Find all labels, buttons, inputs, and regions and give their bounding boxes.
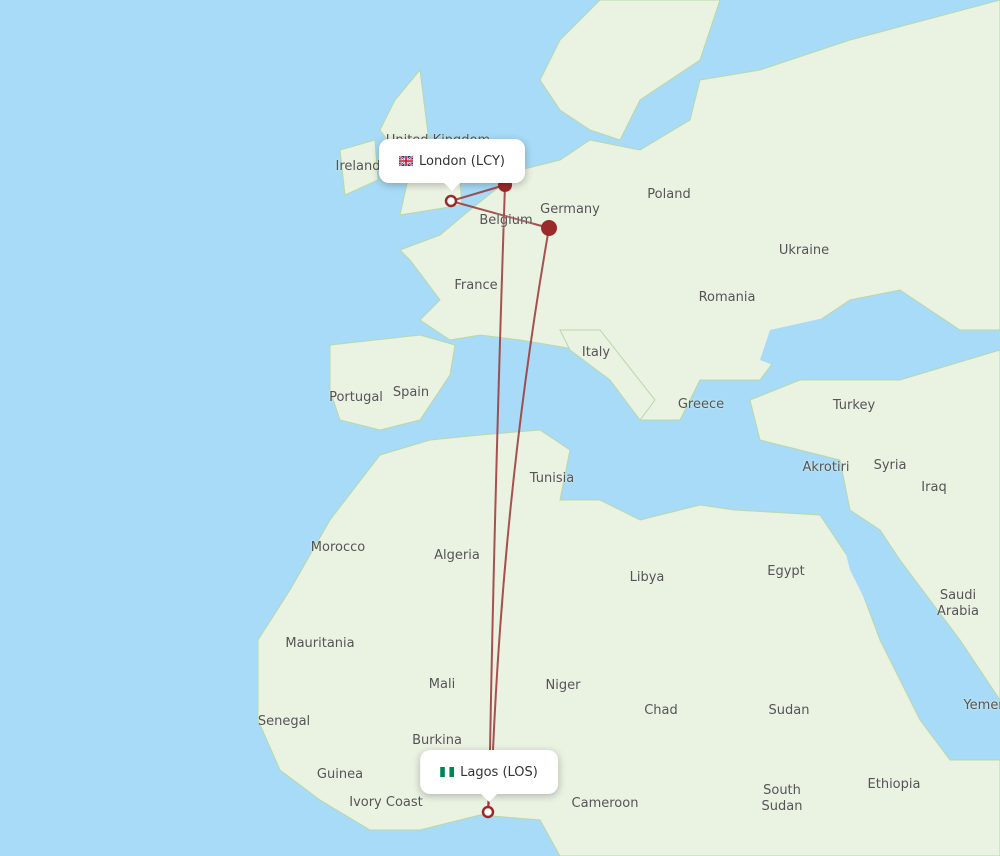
map-label: Ethiopia [867,777,921,792]
map-labels: IrelandUnited KingdomBelgiumGermanyPolan… [0,0,1000,856]
map-label: Spain [392,385,430,400]
map-label: Sudan [768,703,810,718]
map-label: Ireland [335,159,381,174]
map-label: Italy [581,345,611,360]
uk-flag-icon [399,156,414,166]
origin-label: London (LCY) [419,153,505,169]
map-label: Syria [873,458,907,473]
map-label: Tunisia [529,471,575,486]
map-label: Saudi Arabia [936,588,980,619]
map-label: Portugal [329,390,383,405]
map-label: Akrotiri [802,460,850,475]
map-label: Guinea [316,767,364,782]
map-label: South Sudan [761,783,803,814]
map-label: Ivory Coast [349,795,423,810]
map-label: Cameroon [571,796,639,811]
map-label: Greece [677,397,725,412]
map-label: Morocco [310,540,366,555]
map-label: Romania [698,290,756,305]
map-label: Ukraine [778,243,830,258]
origin-popup[interactable]: London (LCY) [379,139,525,191]
map-label: Algeria [434,548,480,563]
map-label: Mali [428,677,456,692]
map-label: Egypt [767,564,805,579]
map-label: Senegal [257,714,311,729]
map-label: Belgium [479,213,533,228]
map-label: Germany [540,202,600,217]
destination-label: Lagos (LOS) [460,764,538,780]
map-label: Iraq [921,480,947,495]
map-label: Niger [545,678,581,693]
map-label: Turkey [832,398,876,413]
nigeria-flag-icon [440,767,455,777]
map-label: France [454,278,498,293]
map-label: Mauritania [285,636,355,651]
map-label: Chad [644,703,678,718]
map-label: Poland [647,187,691,202]
map-label: Libya [629,570,665,585]
map-label: Yemen [963,698,1000,713]
map-label: Burkina [412,733,462,748]
destination-popup[interactable]: Lagos (LOS) [420,750,558,802]
